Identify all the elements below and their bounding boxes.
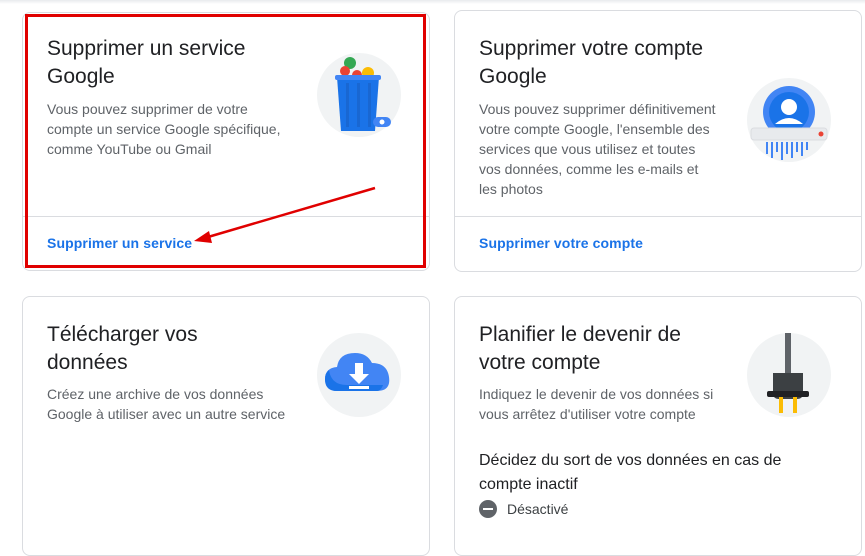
card-divider <box>455 216 861 217</box>
power-plug-icon <box>747 333 831 417</box>
download-data-card[interactable]: Télécharger vos données Créez une archiv… <box>22 296 430 556</box>
card-divider <box>23 216 429 217</box>
delete-account-card: Supprimer votre compte Google Vous pouve… <box>454 10 862 272</box>
status-label: Désactivé <box>507 501 569 517</box>
trash-bin-icon <box>317 53 401 137</box>
card-title: Télécharger vos données <box>47 323 198 374</box>
disabled-icon <box>479 500 497 518</box>
inactive-manager-status[interactable]: Désactivé <box>479 500 568 518</box>
card-title: Supprimer un service Google <box>47 37 246 88</box>
plan-account-card[interactable]: Planifier le devenir de votre compte Ind… <box>454 296 862 556</box>
delete-service-link[interactable]: Supprimer un service <box>47 235 192 251</box>
card-description: Vous pouvez supprimer de votre compte un… <box>47 101 281 157</box>
top-divider <box>0 0 865 4</box>
card-description: Vous pouvez supprimer définitivement vot… <box>479 101 716 197</box>
card-description: Créez une archive de vos données Google … <box>47 386 286 422</box>
delete-service-card: Supprimer un service Google Vous pouvez … <box>22 12 430 271</box>
account-shredder-icon <box>747 78 831 162</box>
inactive-account-heading: Décidez du sort de vos données en cas de… <box>479 452 782 493</box>
card-title: Supprimer votre compte Google <box>479 37 704 88</box>
delete-account-link[interactable]: Supprimer votre compte <box>479 235 643 251</box>
card-title: Planifier le devenir de votre compte <box>479 323 681 374</box>
card-description: Indiquez le devenir de vos données si vo… <box>479 386 714 422</box>
cloud-download-icon <box>317 333 401 417</box>
